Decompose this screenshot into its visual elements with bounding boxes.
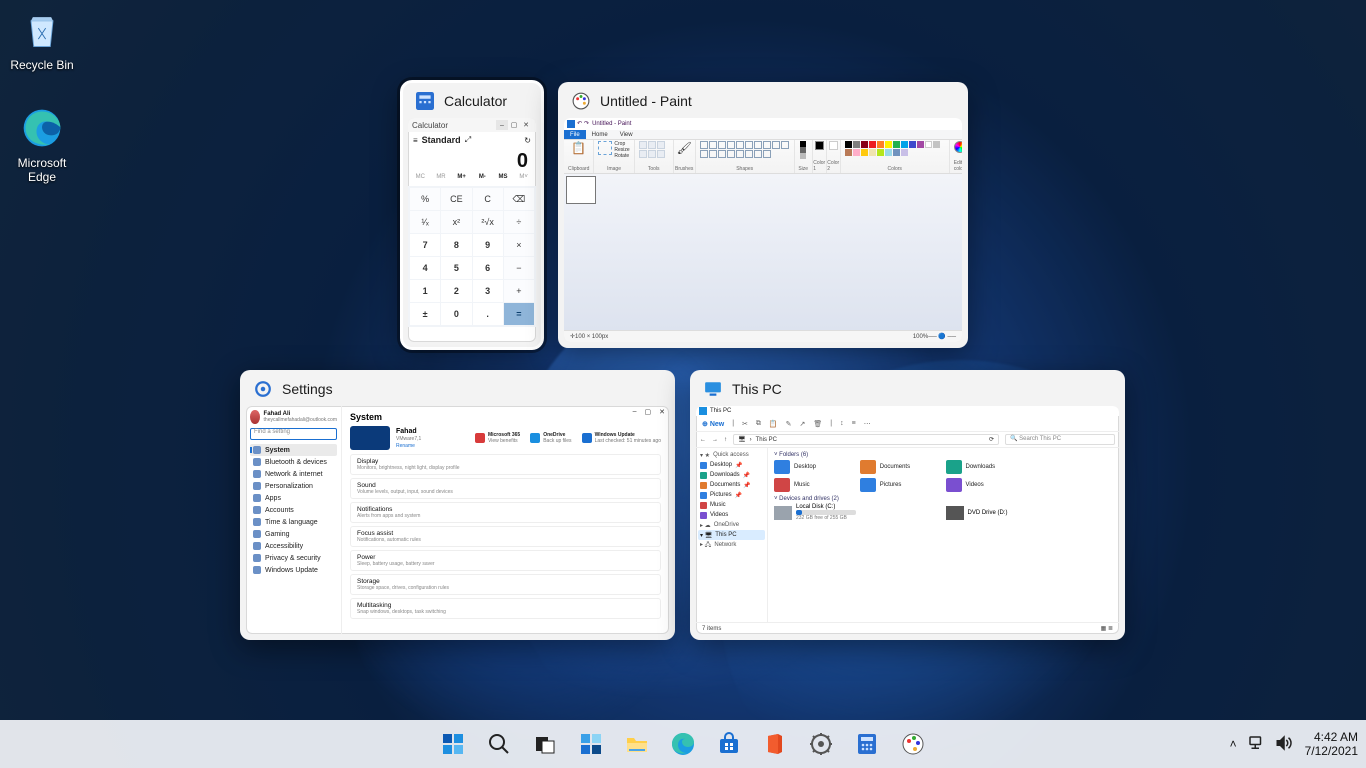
paint-button[interactable] — [893, 724, 933, 764]
taskview-thumb-paint[interactable]: Untitled - Paint ↶↷ Untitled - Paint Fil… — [558, 82, 968, 348]
explorer-nav-pane[interactable]: ▾ ★ Quick access Desktop 📌 Downloads 📌 D… — [696, 448, 768, 622]
paint-canvas-area[interactable] — [564, 174, 962, 330]
explorer-window-preview: This PC ⊕ New |✂⧉📋✎↗🗑 |↕≡⋯ ←→↑ 🖥›This PC… — [696, 406, 1119, 634]
taskbar-clock[interactable]: 4:42 AM 7/12/2021 — [1305, 730, 1358, 758]
desktop-icon-label: Microsoft Edge — [18, 156, 67, 184]
taskbar: ˄ 4:42 AM 7/12/2021 — [0, 720, 1366, 768]
store-button[interactable] — [709, 724, 749, 764]
settings-nav[interactable]: System Bluetooth & devices Network & int… — [250, 444, 337, 576]
edge-button[interactable] — [663, 724, 703, 764]
edge-icon — [18, 104, 66, 152]
hamburger-icon[interactable]: ≡ — [413, 136, 418, 145]
history-icon[interactable]: ↻ — [524, 136, 531, 145]
taskbar-center — [433, 724, 933, 764]
taskview-thumb-thispc[interactable]: This PC This PC ⊕ New |✂⧉📋✎↗🗑 |↕≡⋯ ←→↑ 🖥… — [690, 370, 1125, 640]
paint-qat: ↶↷ — [567, 120, 589, 128]
settings-sidebar[interactable]: Fahad Alitheycallmefahadali@outlook.com … — [246, 406, 342, 634]
volume-icon[interactable] — [1275, 734, 1293, 755]
tray-overflow-icon[interactable]: ˄ — [1230, 737, 1237, 751]
keep-on-top-icon[interactable]: ⤢ — [465, 135, 471, 145]
settings-button[interactable] — [801, 724, 841, 764]
paint-status-bar: ✛100 × 100px100% ── 🔵 ── — [564, 330, 962, 342]
explorer-button[interactable] — [617, 724, 657, 764]
settings-hero: FahadVMware7,1Rename Microsoft 365View b… — [350, 426, 661, 450]
taskview-thumb-title: Untitled - Paint — [600, 93, 692, 109]
avatar — [250, 410, 260, 424]
calculator-window-preview: Calculator –▢✕ ≡ Standard ⤢ ↻ 0 MCMR M+M… — [408, 118, 536, 342]
taskview-thumb-calculator[interactable]: Calculator Calculator –▢✕ ≡ Standard ⤢ ↻… — [402, 82, 542, 348]
taskview-thumb-settings[interactable]: Settings Fahad Alitheycallmefahadali@out… — [240, 370, 675, 640]
taskbar-systray: ˄ 4:42 AM 7/12/2021 — [1230, 730, 1358, 758]
taskview-thumb-title: This PC — [732, 381, 782, 397]
window-titlebar: ↶↷ Untitled - Paint — [564, 118, 962, 130]
explorer-address-bar[interactable]: ←→↑ 🖥›This PC⟳ 🔍 Search This PC — [696, 432, 1119, 448]
drive-d[interactable]: DVD Drive (D:) — [946, 504, 1114, 521]
settings-page-title: System — [350, 412, 661, 422]
calculator-memory-row: MCMR M+M- MSM˅ — [408, 174, 536, 186]
device-thumbnail — [350, 426, 390, 450]
paint-icon — [572, 92, 590, 110]
paint-ribbon[interactable]: 📋Clipboard CropResizeRotate Image Tools … — [564, 140, 962, 174]
calculator-display: 0 — [408, 148, 536, 174]
settings-search[interactable]: Find a setting — [250, 428, 337, 440]
search-button[interactable] — [479, 724, 519, 764]
settings-list[interactable]: DisplayMonitors, brightness, night light… — [350, 454, 661, 619]
taskview-button[interactable] — [525, 724, 565, 764]
desktop-icon-label: Recycle Bin — [10, 58, 73, 72]
paint-ribbon-tabs[interactable]: File Home View — [564, 130, 962, 140]
start-button[interactable] — [433, 724, 473, 764]
taskview-thumb-title: Settings — [282, 381, 333, 397]
taskview-thumb-title: Calculator — [444, 93, 507, 109]
calculator-mode: Standard — [422, 135, 461, 145]
drive-c[interactable]: Local Disk (C:)232 GB free of 255 GB — [774, 504, 942, 521]
paint-canvas[interactable] — [566, 176, 596, 204]
office-button[interactable] — [755, 724, 795, 764]
settings-icon — [254, 380, 272, 398]
paint-window-preview: ↶↷ Untitled - Paint File Home View 📋Clip… — [564, 118, 962, 342]
widgets-button[interactable] — [571, 724, 611, 764]
recycle-bin-icon — [18, 6, 66, 54]
desktop-icon-edge[interactable]: Microsoft Edge — [4, 104, 80, 184]
network-icon[interactable] — [1247, 734, 1265, 755]
settings-main: –▢✕ System FahadVMware7,1Rename Microsof… — [342, 406, 669, 634]
calculator-button[interactable] — [847, 724, 887, 764]
explorer-command-bar[interactable]: ⊕ New |✂⧉📋✎↗🗑 |↕≡⋯ — [696, 416, 1119, 432]
explorer-status-bar: 7 items▦ ≣ — [696, 622, 1119, 634]
settings-window-preview: Fahad Alitheycallmefahadali@outlook.com … — [246, 406, 669, 634]
calculator-icon — [416, 92, 434, 110]
calculator-keypad[interactable]: %CEC⌫ ¹⁄ₓx²²√x÷ 789× 456− 123+ ±0.= — [408, 186, 536, 327]
window-controls[interactable]: –▢✕ — [633, 408, 665, 416]
window-title: Calculator — [412, 121, 448, 130]
window-controls: –▢✕ — [496, 120, 532, 131]
monitor-icon — [704, 380, 722, 398]
settings-user[interactable]: Fahad Alitheycallmefahadali@outlook.com — [250, 410, 337, 424]
explorer-content[interactable]: ˅ Folders (6) Desktop Documents Download… — [768, 448, 1119, 622]
desktop-icon-recycle-bin[interactable]: Recycle Bin — [4, 6, 80, 72]
